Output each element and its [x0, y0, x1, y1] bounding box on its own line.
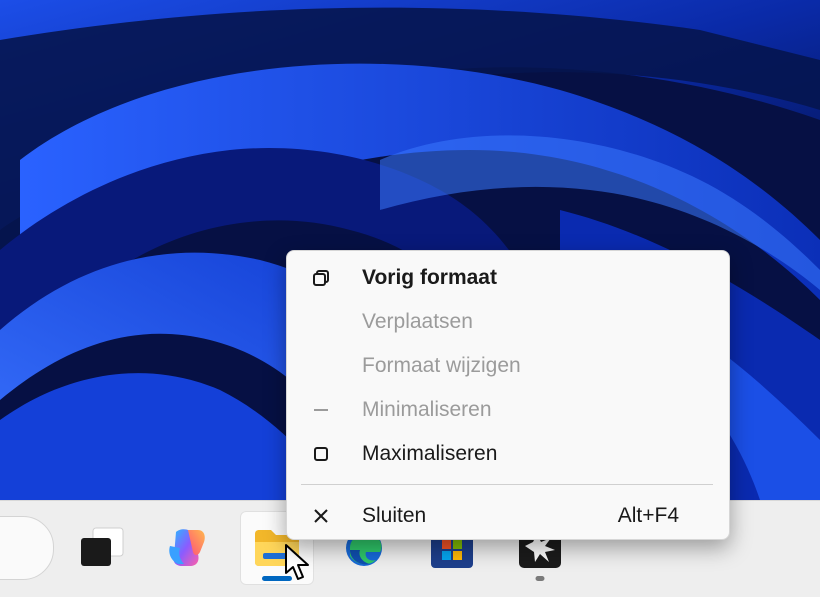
copilot-icon[interactable]: [150, 511, 224, 585]
menu-item-label: Formaat wijzigen: [362, 354, 521, 377]
maximize-icon: [311, 444, 331, 464]
window-context-menu: Vorig formaat Verplaatsen Formaat wijzig…: [286, 250, 730, 540]
menu-item-label: Minimaliseren: [362, 398, 492, 421]
keyboard-shortcut: Alt+F4: [617, 504, 679, 527]
menu-item-label: Vorig formaat: [362, 266, 497, 289]
menu-item-resize: Formaat wijzigen: [287, 344, 729, 388]
menu-item-label: Maximaliseren: [362, 442, 498, 465]
close-icon: [311, 506, 331, 526]
menu-item-move: Verplaatsen: [287, 300, 729, 344]
menu-item-maximize[interactable]: Maximaliseren: [287, 432, 729, 476]
search-box[interactable]: [0, 516, 54, 580]
menu-item-close[interactable]: Sluiten Alt+F4: [287, 494, 729, 538]
mouse-cursor-icon: [285, 544, 309, 580]
menu-item-restore[interactable]: Vorig formaat: [287, 256, 729, 300]
minimize-icon: [311, 400, 331, 420]
menu-item-label: Sluiten: [362, 504, 427, 527]
menu-item-minimize: Minimaliseren: [287, 388, 729, 432]
task-view-icon[interactable]: [65, 511, 139, 585]
menu-item-label: Verplaatsen: [362, 310, 473, 333]
running-app-indicator: [535, 576, 545, 581]
menu-separator: [301, 484, 713, 485]
restore-icon: [311, 268, 331, 288]
task-view-glyph: [81, 527, 124, 566]
copilot-glyph: [169, 529, 205, 566]
